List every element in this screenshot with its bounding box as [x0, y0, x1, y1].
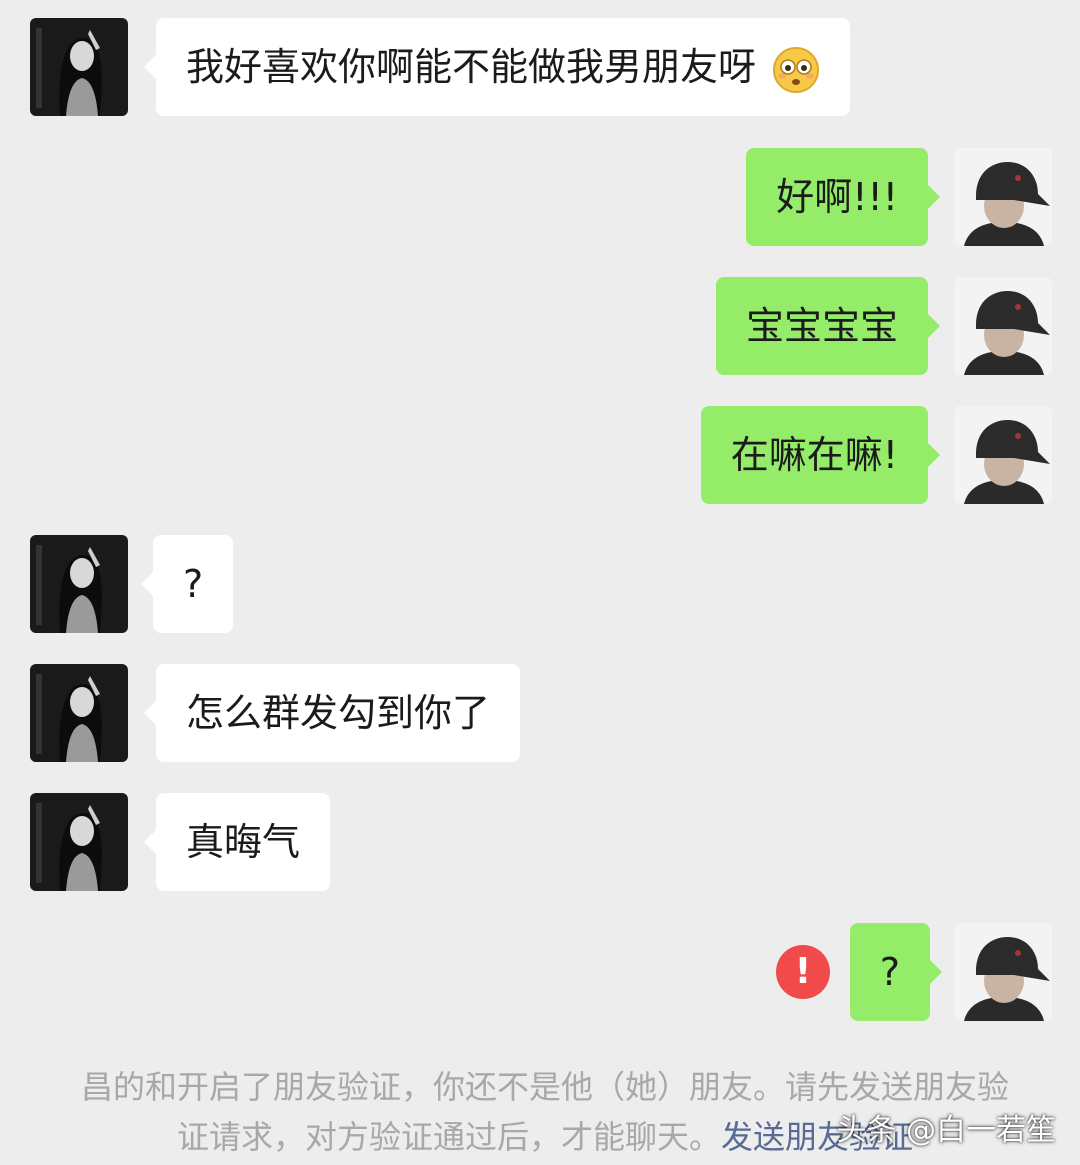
my-avatar[interactable] — [954, 406, 1052, 504]
message-text: 真晦气 — [186, 820, 301, 864]
my-avatar[interactable] — [954, 277, 1052, 375]
my-avatar[interactable] — [954, 923, 1052, 1021]
incoming-message-bubble[interactable]: 我好喜欢你啊能不能做我男朋友呀 — [143, 18, 851, 116]
send-failed-glyph: ! — [794, 951, 812, 992]
message-text: 宝宝宝宝 — [745, 304, 898, 348]
outgoing-message-bubble[interactable]: 宝宝宝宝 — [715, 277, 941, 375]
my-avatar-image — [954, 148, 1052, 246]
message-text: ? — [879, 950, 900, 994]
outgoing-message-bubble[interactable]: 在嘛在嘛! — [700, 406, 941, 504]
outgoing-message-bubble[interactable]: ? — [849, 923, 943, 1021]
send-failed-icon[interactable]: ! — [776, 945, 830, 999]
outgoing-message-bubble[interactable]: 好啊!!! — [746, 148, 940, 246]
my-avatar-image — [954, 277, 1052, 375]
incoming-message-bubble[interactable]: 真晦气 — [143, 793, 331, 891]
contact-avatar-image — [30, 18, 128, 116]
message-text: 好啊!!! — [776, 175, 898, 219]
contact-avatar-image — [30, 535, 128, 633]
incoming-message-bubble[interactable]: ? — [140, 535, 234, 633]
message-text: 怎么群发勾到你了 — [186, 691, 491, 735]
incoming-message-bubble[interactable]: 怎么群发勾到你了 — [143, 664, 521, 762]
contact-avatar[interactable] — [30, 18, 128, 116]
watermark: 头条 @白一若笙 — [836, 1113, 1056, 1148]
contact-avatar[interactable] — [30, 535, 128, 633]
message-text: ? — [183, 562, 204, 606]
my-avatar-image — [954, 406, 1052, 504]
contact-avatar[interactable] — [30, 664, 128, 762]
flushed-face-emoji-icon — [773, 46, 820, 93]
my-avatar[interactable] — [954, 148, 1052, 246]
contact-avatar[interactable] — [30, 793, 128, 891]
contact-avatar-image — [30, 664, 128, 762]
message-text: 在嘛在嘛! — [730, 433, 898, 477]
contact-avatar-image — [30, 793, 128, 891]
message-text: 我好喜欢你啊能不能做我男朋友呀 — [186, 45, 757, 89]
my-avatar-image — [954, 923, 1052, 1021]
